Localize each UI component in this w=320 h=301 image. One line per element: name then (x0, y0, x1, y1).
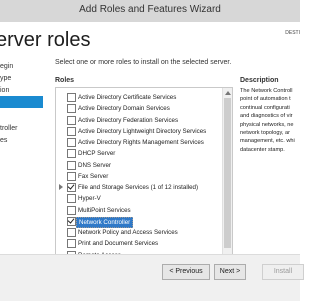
main-content: Select one or more roles to install on t… (43, 57, 300, 268)
role-label: DNS Server (78, 161, 112, 169)
role-row[interactable]: DNS Server (56, 160, 221, 171)
description-line: network topology, ar (240, 130, 290, 137)
role-row[interactable]: Hyper-V (56, 193, 221, 204)
wizard-header: erver roles DESTI (0, 22, 300, 57)
role-checkbox[interactable] (67, 205, 76, 215)
step-server-roles[interactable] (0, 96, 43, 108)
role-label: Active Directory Federation Services (78, 116, 179, 124)
wizard-steps-nav: egin ype ion troller es (0, 57, 43, 254)
roles-list[interactable]: Active Directory Certificate Services Act… (55, 87, 233, 268)
role-checkbox[interactable] (67, 194, 76, 204)
role-row[interactable]: DHCP Server (56, 148, 221, 159)
expand-arrow-icon[interactable] (59, 184, 63, 190)
description-line: point of automation t (240, 96, 291, 103)
role-label: File and Storage Services (1 of 12 insta… (78, 184, 199, 191)
role-checkbox[interactable] (67, 239, 76, 249)
description-line: physical networks, ne (240, 121, 294, 128)
role-row[interactable]: MultiPoint Services (56, 205, 221, 216)
role-row[interactable]: Active Directory Federation Services (56, 115, 221, 126)
role-checkbox[interactable] (67, 228, 76, 237)
roles-list-scrollbar[interactable] (222, 88, 232, 267)
description-line: management, etc. whi (240, 138, 295, 145)
role-row[interactable]: Active Directory Lightweight Directory S… (56, 126, 221, 137)
role-label: Active Directory Certificate Services (78, 94, 177, 101)
role-label: Network Policy and Access Services (78, 229, 178, 236)
step-confirmation[interactable]: es (0, 135, 43, 147)
description-line: datacenter stamp. (240, 146, 285, 153)
role-checkbox[interactable] (67, 171, 76, 181)
role-label: Fax Server (78, 172, 109, 180)
role-row[interactable]: Network Controller (56, 216, 221, 228)
scroll-up-icon[interactable] (225, 91, 231, 95)
role-checkbox[interactable] (67, 104, 76, 114)
roles-heading: Roles (55, 77, 75, 84)
step-network-controller[interactable]: troller (0, 123, 43, 135)
role-row[interactable]: Print and Document Services (56, 238, 221, 249)
role-checkbox[interactable] (67, 93, 76, 102)
scrollbar-thumb[interactable] (224, 98, 231, 248)
role-label: Hyper-V (78, 195, 101, 203)
role-checkbox[interactable] (67, 160, 76, 170)
instruction-text: Select one or more roles to install on t… (55, 59, 232, 66)
role-row[interactable]: Network Policy and Access Services (56, 227, 221, 238)
step-installation-type[interactable]: ype (0, 73, 43, 85)
description-line: and diagnostics of vir (240, 113, 293, 120)
role-checkbox[interactable] (67, 138, 76, 147)
role-row[interactable]: Active Directory Certificate Services (56, 92, 221, 103)
step-before-you-begin[interactable]: egin (0, 61, 43, 73)
next-button[interactable]: Next > (214, 264, 246, 280)
page-title: erver roles (0, 29, 91, 51)
role-checkbox[interactable] (67, 126, 76, 136)
role-label: DHCP Server (78, 150, 116, 158)
role-checkbox[interactable] (67, 149, 76, 159)
role-row[interactable]: File and Storage Services (1 of 12 insta… (56, 182, 221, 193)
wizard-footer: < Previous Next > Install (0, 254, 304, 301)
description-line: The Network Controll (240, 88, 293, 94)
role-label: Active Directory Rights Management Servi… (78, 139, 204, 146)
window-title: Add Roles and Features Wizard (79, 4, 221, 15)
description-line: continual configurati (240, 104, 290, 111)
role-checkbox[interactable] (67, 216, 76, 226)
role-label: Active Directory Domain Services (78, 105, 170, 113)
role-label: MultiPoint Services (78, 206, 131, 214)
destination-label: DESTI (285, 30, 300, 36)
role-row[interactable]: Active Directory Domain Services (56, 103, 221, 114)
description-text: The Network Controll point of automation … (240, 87, 300, 154)
role-checkbox[interactable] (67, 183, 76, 192)
description-heading: Description (240, 77, 279, 84)
install-button[interactable]: Install (262, 264, 304, 280)
destination-server: DESTI (285, 30, 300, 37)
role-row[interactable]: Active Directory Rights Management Servi… (56, 137, 221, 148)
role-label: Active Directory Lightweight Directory S… (78, 127, 207, 135)
role-row[interactable]: Fax Server (56, 171, 221, 182)
title-bar: Add Roles and Features Wizard (0, 0, 300, 23)
role-label: Print and Document Services (78, 240, 159, 248)
step-features[interactable] (0, 111, 43, 123)
role-checkbox[interactable] (67, 115, 76, 125)
previous-button[interactable]: < Previous (162, 264, 210, 280)
